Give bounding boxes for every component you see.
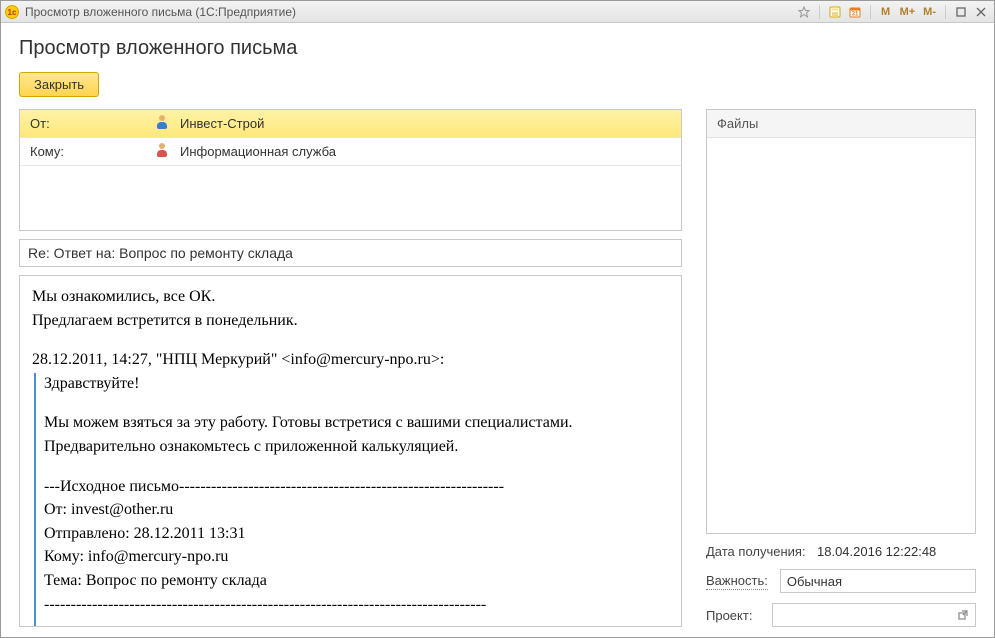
project-label: Проект: xyxy=(706,608,766,623)
app-icon: 1c xyxy=(5,5,19,19)
body-line: Мы ознакомились, все ОК. xyxy=(32,286,669,308)
svg-text:1c: 1c xyxy=(8,8,17,17)
close-button[interactable]: Закрыть xyxy=(19,72,99,97)
body-line: Предлагаем встретится в понедельник. xyxy=(32,310,669,332)
body-line: Предварительно ознакомьтесь с приложенно… xyxy=(44,436,669,458)
maximize-icon[interactable] xyxy=(952,4,970,20)
orig-header: ---Исходное письмо----------------------… xyxy=(44,476,669,498)
separator xyxy=(870,5,871,19)
titlebar-buttons: 31 M M+ M- xyxy=(795,4,990,20)
received-row: Дата получения: 18.04.2016 12:22:48 xyxy=(706,544,976,559)
separator xyxy=(819,5,820,19)
separator xyxy=(945,5,946,19)
header-to-row[interactable]: Кому: Информационная служба xyxy=(20,138,681,166)
m-button[interactable]: M xyxy=(877,4,895,20)
left-column: От: Инвест-Строй Кому: Информационная сл… xyxy=(19,109,682,627)
orig-from: От: invest@other.ru xyxy=(44,499,669,521)
to-label: Кому: xyxy=(20,144,150,159)
received-value: 18.04.2016 12:22:48 xyxy=(817,544,976,559)
headers-spacer xyxy=(20,166,681,230)
body-line: Мы можем взяться за эту работу. Готовы в… xyxy=(44,412,669,434)
subject: Re: Ответ на: Вопрос по ремонту склада xyxy=(19,239,682,267)
quoted-header: 28.12.2011, 14:27, "НПЦ Меркурий" <info@… xyxy=(32,349,669,371)
files-list[interactable] xyxy=(707,138,975,533)
quote-level-1: Здравствуйте! Мы можем взяться за эту ра… xyxy=(34,373,669,626)
page-title: Просмотр вложенного письма xyxy=(19,37,976,60)
svg-text:31: 31 xyxy=(851,11,858,17)
body-line: Здравствуйте! xyxy=(44,373,669,395)
importance-value: Обычная xyxy=(787,574,842,589)
columns: От: Инвест-Строй Кому: Информационная сл… xyxy=(19,109,976,627)
close-icon[interactable] xyxy=(972,4,990,20)
person-icon xyxy=(150,143,174,160)
to-value: Информационная служба xyxy=(174,144,681,159)
right-column: Файлы Дата получения: 18.04.2016 12:22:4… xyxy=(706,109,976,627)
orig-to: Кому: info@mercury-npo.ru xyxy=(44,546,669,568)
project-input[interactable] xyxy=(772,603,976,627)
importance-input[interactable]: Обычная xyxy=(780,569,976,593)
from-value: Инвест-Строй xyxy=(174,116,681,131)
files-header: Файлы xyxy=(707,110,975,138)
importance-row: Важность: Обычная xyxy=(706,569,976,593)
open-icon[interactable] xyxy=(953,606,973,624)
window-title: Просмотр вложенного письма (1С:Предприят… xyxy=(25,5,795,19)
orig-sent: Отправлено: 28.12.2011 13:31 xyxy=(44,523,669,545)
calendar-icon[interactable]: 31 xyxy=(846,4,864,20)
window: 1c Просмотр вложенного письма (1С:Предпр… xyxy=(0,0,995,638)
mail-body[interactable]: Мы ознакомились, все ОК. Предлагаем встр… xyxy=(20,276,681,626)
header-from-row[interactable]: От: Инвест-Строй xyxy=(20,110,681,138)
person-icon xyxy=(150,115,174,132)
m-plus-button[interactable]: M+ xyxy=(897,4,919,20)
m-minus-button[interactable]: M- xyxy=(920,4,939,20)
importance-label[interactable]: Важность: xyxy=(706,573,768,590)
mail-body-box: Мы ознакомились, все ОК. Предлагаем встр… xyxy=(19,275,682,627)
favorite-icon[interactable] xyxy=(795,4,813,20)
titlebar: 1c Просмотр вложенного письма (1С:Предпр… xyxy=(1,1,994,23)
from-label: От: xyxy=(20,116,150,131)
project-row: Проект: xyxy=(706,603,976,627)
received-label: Дата получения: xyxy=(706,544,811,559)
orig-subject: Тема: Вопрос по ремонту склада xyxy=(44,570,669,592)
orig-footer: ----------------------------------------… xyxy=(44,594,669,616)
mail-headers: От: Инвест-Строй Кому: Информационная сл… xyxy=(19,109,682,231)
calculator-icon[interactable] xyxy=(826,4,844,20)
files-panel: Файлы xyxy=(706,109,976,534)
content-area: Просмотр вложенного письма Закрыть От: И… xyxy=(1,23,994,637)
